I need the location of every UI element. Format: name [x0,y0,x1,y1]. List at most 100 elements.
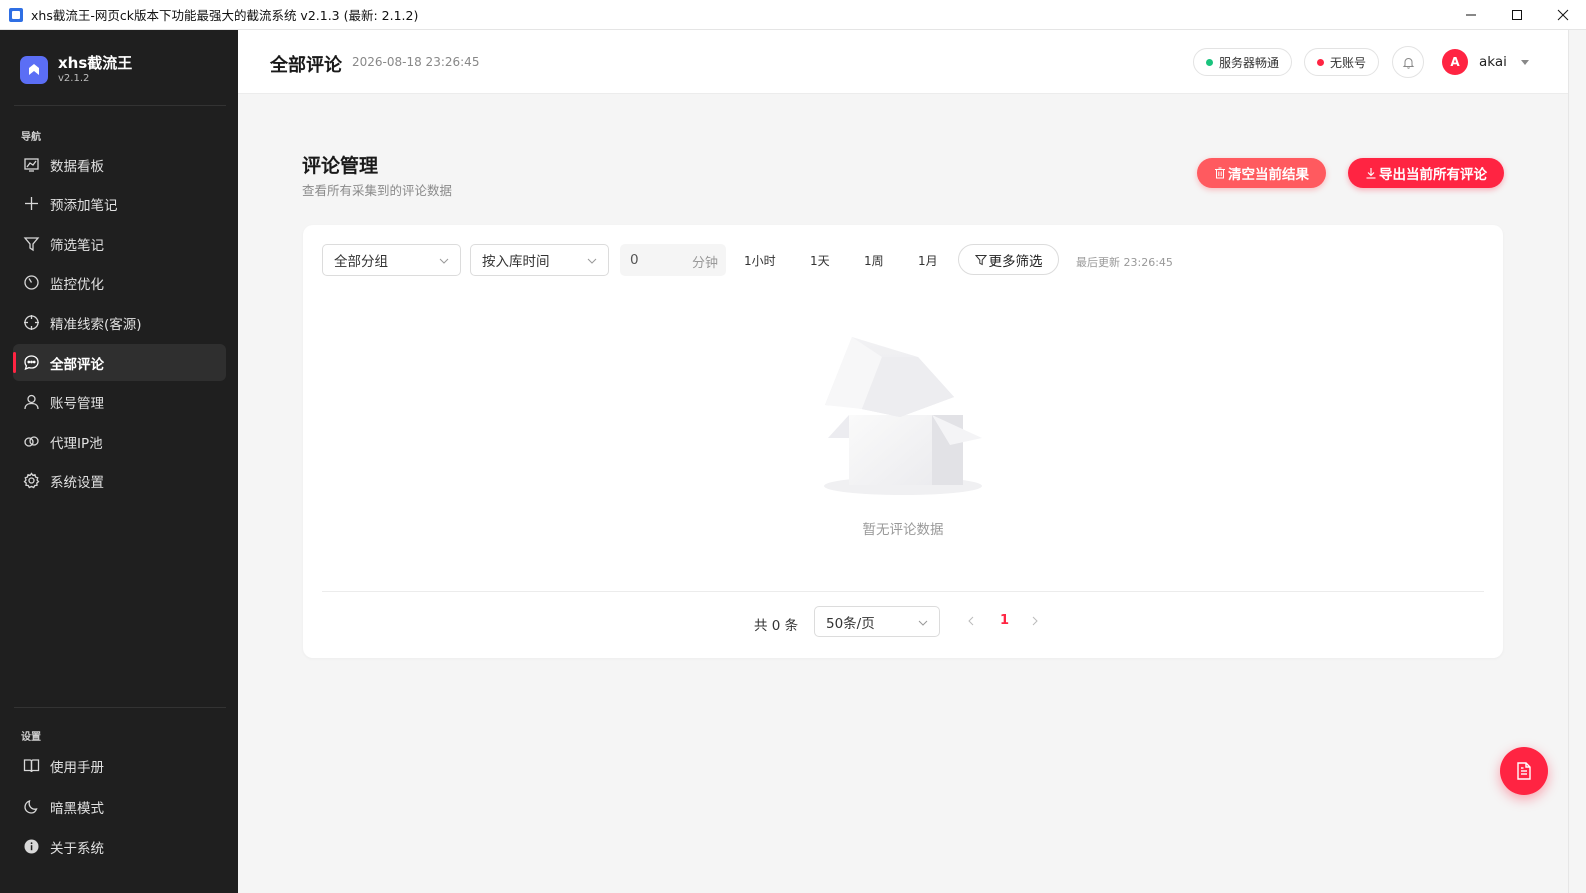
header-datetime: 2026-08-18 23:26:45 [352,55,480,69]
link-icon [23,433,40,450]
top-header: 全部评论 2026-08-18 23:26:45 服务器畅通 无账号 A aka… [238,30,1568,94]
logo-icon [29,63,39,75]
sidebar-item-label: 精准线索(客源) [50,316,142,333]
empty-box-icon [824,337,982,495]
sidebar-item-dashboard[interactable]: 数据看板 [13,146,226,183]
download-icon [1366,168,1376,179]
server-status-text: 服务器畅通 [1219,55,1280,70]
export-comments-button[interactable]: 导出当前所有评论 [1348,158,1504,188]
prev-page-button[interactable] [965,615,977,627]
quick-range-1w[interactable]: 1周 [864,252,884,269]
settings-section-label: 设置 [21,732,41,743]
chart-icon [23,156,40,173]
clear-results-button[interactable]: 清空当前结果 [1197,158,1326,188]
trash-icon [1215,167,1225,179]
card-divider [322,591,1484,592]
minimize-button[interactable] [1448,0,1494,30]
chevron-down-icon [587,258,597,264]
sidebar: xhs截流王 v2.1.2 导航 数据看板 预添加笔记 筛选笔记 监控优化 精准… [0,30,238,893]
chevron-down-icon [439,258,449,264]
account-status-text: 无账号 [1330,55,1367,70]
sidebar-item-label: 全部评论 [50,356,104,373]
sidebar-item-label: 系统设置 [50,474,104,491]
page-size-select[interactable]: 50条/页 [814,606,940,637]
page-title: 全部评论 [270,55,342,76]
sidebar-item-label: 数据看板 [50,158,104,175]
book-icon [23,757,40,774]
section-subtitle: 查看所有采集到的评论数据 [302,183,453,198]
sidebar-item-manual[interactable]: 使用手册 [13,747,226,784]
filter-icon [23,235,40,252]
sidebar-item-about[interactable]: 关于系统 [13,828,226,865]
group-select-value: 全部分组 [334,254,388,270]
sidebar-item-proxy-pool[interactable]: 代理IP池 [13,423,226,460]
gauge-icon [23,274,40,291]
sidebar-item-accounts[interactable]: 账号管理 [13,383,226,420]
target-icon [23,314,40,331]
floating-document-button[interactable] [1500,747,1548,795]
maximize-icon [1512,10,1522,20]
brand-version: v2.1.2 [58,73,90,84]
sidebar-item-leads[interactable]: 精准线索(客源) [13,304,226,341]
sidebar-item-label: 监控优化 [50,276,104,293]
notification-button[interactable] [1392,46,1424,78]
username: akai [1479,54,1507,70]
sort-select-value: 按入库时间 [482,254,550,270]
section-title: 评论管理 [302,155,379,177]
info-icon [23,838,40,855]
sort-select[interactable]: 按入库时间 [470,244,609,276]
sidebar-divider [14,105,226,106]
export-comments-label: 导出当前所有评论 [1379,167,1487,183]
quick-range-1h[interactable]: 1小时 [744,252,776,269]
status-dot-icon [1206,58,1213,66]
group-select[interactable]: 全部分组 [322,244,461,276]
sidebar-item-settings[interactable]: 系统设置 [13,462,226,499]
account-status-badge[interactable]: 无账号 [1304,48,1380,76]
app-icon [9,7,23,22]
sidebar-item-label: 预添加笔记 [50,197,118,214]
minutes-unit: 分钟 [691,256,718,271]
avatar: A [1442,49,1468,75]
sidebar-item-dark-mode[interactable]: 暗黑模式 [13,788,226,825]
document-icon [1517,762,1531,780]
more-filters-button[interactable]: 更多筛选 [958,244,1059,275]
close-button[interactable] [1540,0,1586,30]
sidebar-item-filter-notes[interactable]: 筛选笔记 [13,225,226,262]
plus-icon [23,195,40,212]
current-page-number[interactable]: 1 [1000,613,1009,628]
scrollbar-track[interactable] [1568,30,1586,893]
gear-icon [23,472,40,489]
comment-icon [23,354,40,371]
next-page-button[interactable] [1029,615,1041,627]
user-icon [23,393,40,410]
quick-range-1m[interactable]: 1月 [918,252,938,269]
moon-icon [23,798,40,815]
sidebar-item-label: 账号管理 [50,395,104,412]
sidebar-item-label: 使用手册 [50,759,104,776]
last-update-time: 最后更新 23:26:45 [1076,256,1173,269]
status-dot-icon [1317,58,1324,66]
minimize-icon [1466,14,1476,16]
close-icon [1557,9,1569,21]
sidebar-item-pre-add-notes[interactable]: 预添加笔记 [13,185,226,222]
sidebar-item-label: 暗黑模式 [50,800,104,817]
bell-icon [1402,57,1414,69]
window-controls [1448,0,1586,30]
user-menu[interactable]: A akai [1442,44,1529,80]
more-filters-label: 更多筛选 [988,253,1043,270]
minutes-input[interactable] [620,244,680,276]
chevron-down-icon [918,620,928,626]
sidebar-item-all-comments[interactable]: 全部评论 [13,344,226,381]
brand: xhs截流王 v2.1.2 [20,54,132,85]
sidebar-item-monitor[interactable]: 监控优化 [13,264,226,301]
filter-icon [974,254,987,265]
quick-range-1d[interactable]: 1天 [810,252,830,269]
clear-results-label: 清空当前结果 [1228,167,1309,183]
brand-name: xhs截流王 [58,54,133,72]
caret-down-icon [1520,59,1529,65]
maximize-button[interactable] [1494,0,1540,30]
brand-logo [20,55,48,84]
empty-state-text: 暂无评论数据 [862,522,944,538]
server-status-badge[interactable]: 服务器畅通 [1193,48,1293,76]
sidebar-divider [14,707,226,708]
